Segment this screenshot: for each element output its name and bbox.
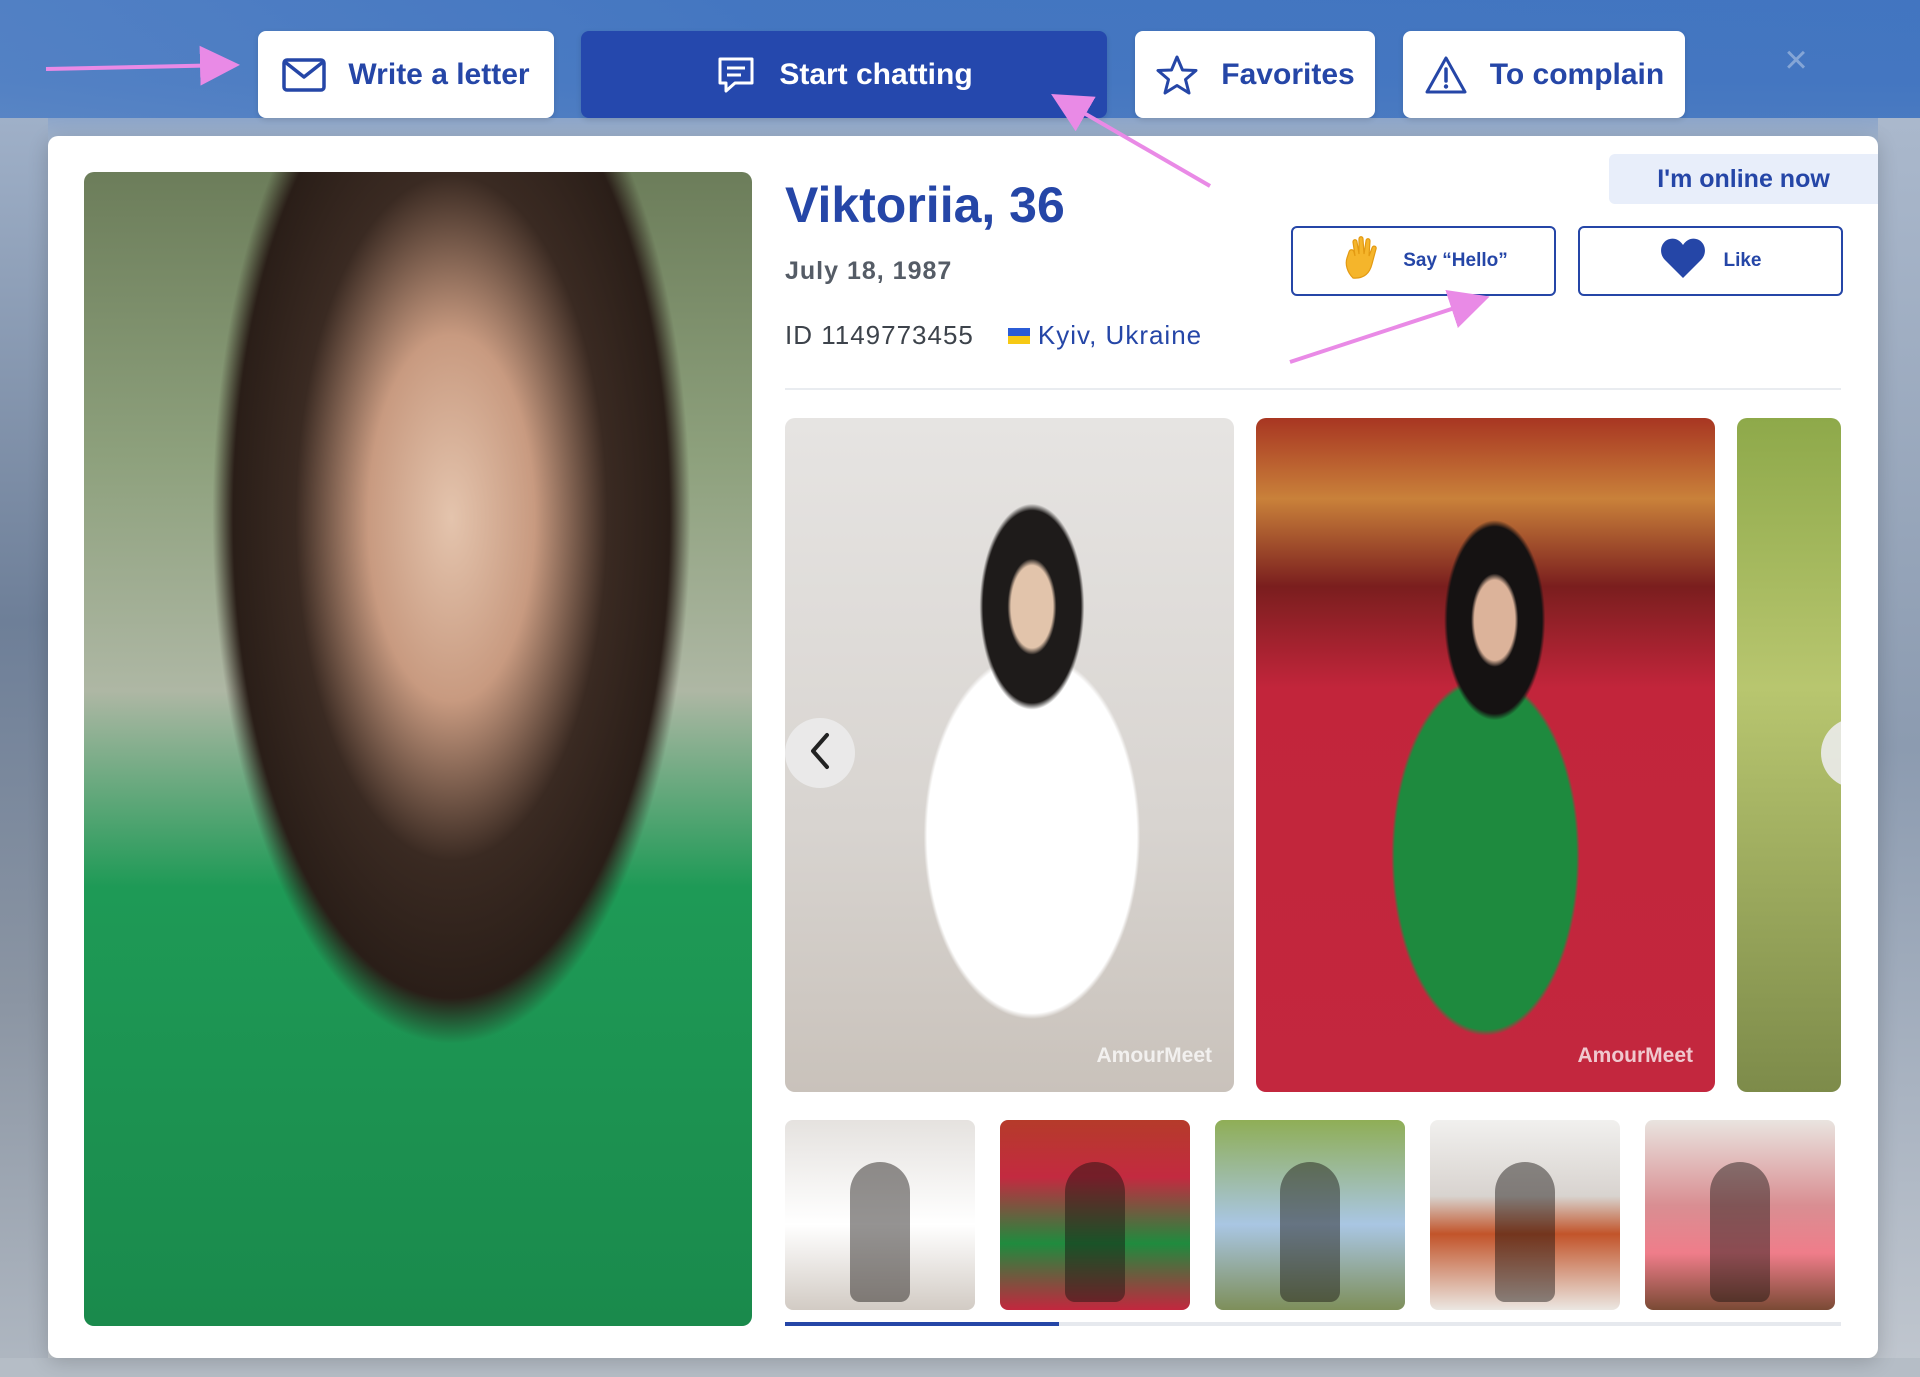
profile-name-age: Viktoriia, 36 [785, 177, 1065, 233]
chevron-left-icon [807, 731, 833, 776]
profile-id-location: ID 1149773455 Kyiv, Ukraine [785, 320, 1202, 351]
thumbnail-figure [1280, 1161, 1340, 1302]
say-hello-button[interactable]: Say “Hello” [1291, 226, 1556, 296]
say-hello-label: Say “Hello” [1403, 250, 1508, 271]
warning-icon [1424, 55, 1468, 95]
profile-card: Viktoriia, 36 July 18, 1987 ID 114977345… [48, 136, 1878, 1358]
complain-button[interactable]: To complain [1403, 31, 1685, 118]
watermark: AmourMeet [1577, 1044, 1693, 1067]
background-page-bottom [0, 1358, 1920, 1377]
gallery-thumbnail[interactable] [785, 1120, 975, 1310]
gallery-prev-button[interactable] [785, 718, 855, 788]
like-button[interactable]: Like [1578, 226, 1843, 296]
online-status-badge: I'm online now [1609, 154, 1878, 204]
thumbnail-figure [1710, 1161, 1770, 1302]
background-page-left [0, 118, 48, 1377]
heart-icon [1659, 236, 1707, 286]
thumbnail-figure [1495, 1161, 1555, 1302]
close-icon[interactable]: × [1774, 38, 1818, 82]
thumbnail-scrollbar-thumb[interactable] [785, 1322, 1059, 1326]
complain-label: To complain [1489, 57, 1665, 91]
profile-id: ID 1149773455 [785, 320, 974, 350]
thumbnail-figure [1065, 1161, 1125, 1302]
write-letter-label: Write a letter [348, 57, 530, 91]
watermark: AmourMeet [1096, 1044, 1212, 1067]
start-chatting-label: Start chatting [779, 57, 973, 91]
photo-gallery: AmourMeet AmourMeet [785, 418, 1841, 1092]
header-divider [785, 388, 1841, 390]
write-letter-button[interactable]: Write a letter [258, 31, 554, 118]
like-label: Like [1723, 250, 1762, 271]
favorites-button[interactable]: Favorites [1135, 31, 1375, 118]
thumbnail-figure [850, 1161, 910, 1302]
profile-location[interactable]: Kyiv, Ukraine [1038, 320, 1202, 351]
thumbnail-scrollbar[interactable] [785, 1322, 1841, 1326]
gallery-thumbnail[interactable] [1430, 1120, 1620, 1310]
favorites-label: Favorites [1221, 57, 1355, 91]
gallery-thumbnail[interactable] [1645, 1120, 1835, 1310]
background-page-right [1878, 118, 1920, 1377]
profile-birth-date: July 18, 1987 [785, 257, 953, 285]
envelope-icon [282, 57, 327, 92]
ukraine-flag-icon [1007, 327, 1030, 344]
start-chatting-button[interactable]: Start chatting [581, 31, 1107, 118]
gallery-thumbnail[interactable] [1000, 1120, 1190, 1310]
star-icon [1155, 54, 1199, 96]
gallery-photo[interactable]: AmourMeet [1256, 418, 1715, 1092]
chat-icon [715, 54, 757, 96]
main-profile-photo[interactable] [84, 172, 752, 1326]
waving-hand-icon [1339, 234, 1387, 288]
gallery-thumbnail[interactable] [1215, 1120, 1405, 1310]
